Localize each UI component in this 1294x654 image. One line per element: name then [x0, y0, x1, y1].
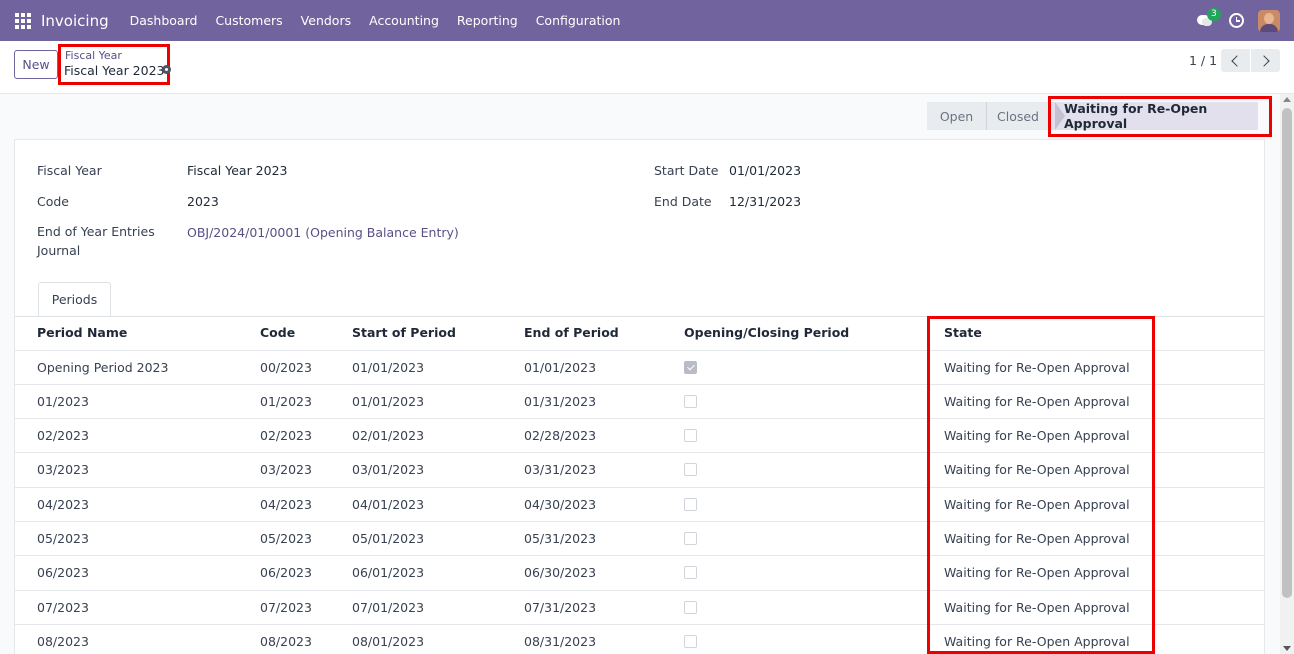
journal-label-line2: Journal [37, 243, 81, 258]
opening-closing-checkbox[interactable] [684, 429, 697, 442]
code-label: Code [37, 194, 70, 209]
menu-configuration[interactable]: Configuration [527, 13, 630, 28]
state-column-highlight [927, 316, 1155, 654]
pager-previous-button[interactable] [1221, 49, 1250, 72]
period-name-cell: 06/2023 [37, 565, 89, 580]
period-end-cell: 02/28/2023 [524, 428, 597, 443]
period-start-cell: 06/01/2023 [352, 565, 425, 580]
period-end-cell: 07/31/2023 [524, 600, 597, 615]
column-period-name[interactable]: Period Name [37, 325, 127, 340]
period-code-cell: 04/2023 [260, 497, 312, 512]
period-name-cell: 02/2023 [37, 428, 89, 443]
clock-icon[interactable] [1229, 13, 1244, 28]
end-date-label: End Date [654, 194, 712, 209]
scroll-up-icon[interactable] [1283, 97, 1291, 102]
start-date-label: Start Date [654, 163, 719, 178]
menu-vendors[interactable]: Vendors [292, 13, 360, 28]
opening-closing-checkbox[interactable] [684, 601, 697, 614]
period-code-cell: 03/2023 [260, 462, 312, 477]
column-end-of-period[interactable]: End of Period [524, 325, 619, 340]
period-start-cell: 07/01/2023 [352, 600, 425, 615]
period-name-cell: 05/2023 [37, 531, 89, 546]
period-start-cell: 05/01/2023 [352, 531, 425, 546]
apps-menu-icon[interactable] [15, 12, 31, 29]
chat-count-badge: 3 [1207, 7, 1221, 21]
column-code[interactable]: Code [260, 325, 295, 340]
pager-next-button[interactable] [1251, 49, 1280, 72]
opening-closing-checkbox[interactable] [684, 635, 697, 648]
period-name-cell: Opening Period 2023 [37, 360, 169, 375]
journal-link[interactable]: OBJ/2024/01/0001 (Opening Balance Entry) [187, 225, 459, 240]
period-code-cell: 06/2023 [260, 565, 312, 580]
tab-periods[interactable]: Periods [38, 282, 111, 317]
end-date-value[interactable]: 12/31/2023 [729, 194, 801, 209]
code-value[interactable]: 2023 [187, 194, 219, 209]
menu-dashboard[interactable]: Dashboard [121, 13, 207, 28]
top-navbar: Invoicing Dashboard Customers Vendors Ac… [0, 0, 1294, 41]
opening-closing-checkbox[interactable] [684, 532, 697, 545]
chevron-right-icon [1258, 54, 1270, 67]
period-start-cell: 08/01/2023 [352, 634, 425, 649]
period-start-cell: 01/01/2023 [352, 394, 425, 409]
fiscal-year-value[interactable]: Fiscal Year 2023 [187, 163, 288, 178]
scrollbar[interactable] [1280, 94, 1294, 654]
period-name-cell: 08/2023 [37, 634, 89, 649]
period-code-cell: 05/2023 [260, 531, 312, 546]
period-end-cell: 08/31/2023 [524, 634, 597, 649]
avatar[interactable] [1258, 9, 1280, 32]
opening-closing-checkbox[interactable] [684, 395, 697, 408]
period-code-cell: 00/2023 [260, 360, 312, 375]
period-end-cell: 03/31/2023 [524, 462, 597, 477]
journal-label-line1: End of Year Entries [37, 224, 155, 239]
stage-closed[interactable]: Closed [986, 102, 1049, 130]
period-start-cell: 02/01/2023 [352, 428, 425, 443]
chat-icon[interactable]: 3 [1197, 7, 1221, 30]
period-end-cell: 05/31/2023 [524, 531, 597, 546]
period-code-cell: 01/2023 [260, 394, 312, 409]
period-end-cell: 01/31/2023 [524, 394, 597, 409]
period-code-cell: 02/2023 [260, 428, 312, 443]
period-name-cell: 01/2023 [37, 394, 89, 409]
menu-customers[interactable]: Customers [206, 13, 291, 28]
period-end-cell: 01/01/2023 [524, 360, 597, 375]
start-date-value[interactable]: 01/01/2023 [729, 163, 801, 178]
fiscal-year-label: Fiscal Year [37, 163, 102, 178]
period-start-cell: 03/01/2023 [352, 462, 425, 477]
control-panel: New Fiscal Year Fiscal Year 2023 1 / 1 [0, 41, 1294, 94]
status-highlight [1048, 96, 1272, 137]
opening-closing-checkbox[interactable] [684, 361, 697, 374]
chevron-left-icon [1231, 54, 1243, 67]
period-code-cell: 07/2023 [260, 600, 312, 615]
new-button[interactable]: New [14, 50, 58, 79]
period-name-cell: 07/2023 [37, 600, 89, 615]
period-name-cell: 04/2023 [37, 497, 89, 512]
column-start-of-period[interactable]: Start of Period [352, 325, 456, 340]
period-end-cell: 04/30/2023 [524, 497, 597, 512]
period-start-cell: 04/01/2023 [352, 497, 425, 512]
menu-accounting[interactable]: Accounting [360, 13, 448, 28]
column-opening-closing-period[interactable]: Opening/Closing Period [684, 325, 849, 340]
period-end-cell: 06/30/2023 [524, 565, 597, 580]
menu-reporting[interactable]: Reporting [448, 13, 527, 28]
scroll-thumb[interactable] [1282, 108, 1292, 598]
app-name[interactable]: Invoicing [41, 12, 109, 30]
period-name-cell: 03/2023 [37, 462, 89, 477]
stage-open[interactable]: Open [927, 102, 986, 130]
opening-closing-checkbox[interactable] [684, 566, 697, 579]
opening-closing-checkbox[interactable] [684, 463, 697, 476]
pager-value[interactable]: 1 / 1 [1189, 53, 1217, 68]
breadcrumb-current: Fiscal Year 2023 [64, 63, 165, 78]
opening-closing-checkbox[interactable] [684, 498, 697, 511]
breadcrumb-parent[interactable]: Fiscal Year [65, 49, 122, 62]
period-start-cell: 01/01/2023 [352, 360, 425, 375]
gear-icon[interactable] [162, 65, 171, 74]
scroll-down-icon[interactable] [1283, 646, 1291, 651]
period-code-cell: 08/2023 [260, 634, 312, 649]
